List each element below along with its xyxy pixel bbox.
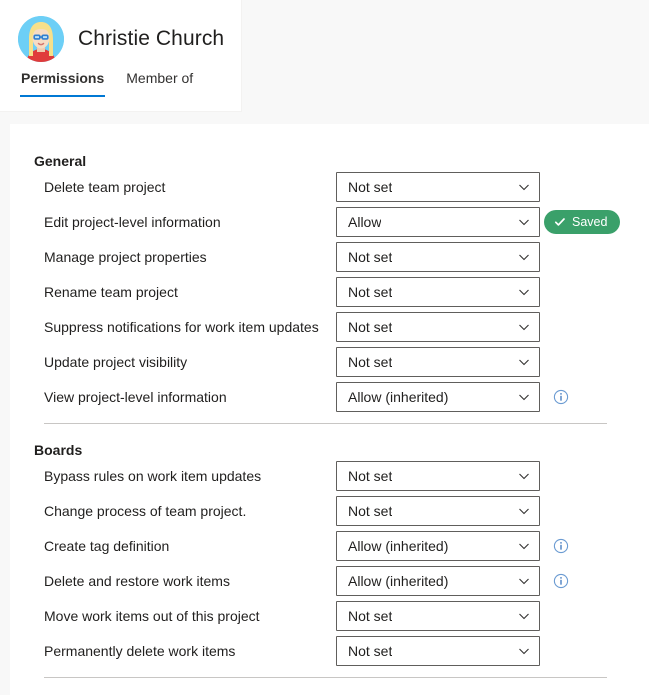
table-row: Permanently delete work items Not set <box>10 633 649 668</box>
dropdown-value: Not set <box>348 467 393 484</box>
permission-label: Delete and restore work items <box>44 572 230 589</box>
permission-control: Allow (inherited) <box>336 530 569 561</box>
permission-label: Edit project-level information <box>44 213 221 230</box>
permission-label: Rename team project <box>44 283 178 300</box>
section-title-general: General <box>34 153 87 169</box>
user-display-name: Christie Church <box>78 27 225 50</box>
permission-control: Not set <box>336 311 569 342</box>
permission-dropdown-rename-team-project[interactable]: Not set <box>336 276 540 307</box>
identity-header-card: Christie Church Permissions Member of <box>0 0 242 112</box>
dropdown-value: Not set <box>348 283 393 300</box>
dropdown-value: Not set <box>348 248 393 265</box>
info-icon[interactable] <box>553 389 569 405</box>
permission-control: Not set <box>336 495 569 526</box>
info-icon[interactable] <box>553 573 569 589</box>
table-row: Bypass rules on work item updates Not se… <box>10 458 649 493</box>
permission-dropdown-move-work-items-out-of-this-project[interactable]: Not set <box>336 600 540 631</box>
chevron-down-icon <box>519 219 529 225</box>
table-row: Move work items out of this project Not … <box>10 598 649 633</box>
dropdown-value: Not set <box>348 642 393 659</box>
table-row: Delete and restore work items Allow (inh… <box>10 563 649 598</box>
table-row: Manage project properties Not set <box>10 239 649 274</box>
permission-dropdown-delete-team-project[interactable]: Not set <box>336 171 540 202</box>
permission-dropdown-view-project-level-information[interactable]: Allow (inherited) <box>336 381 540 412</box>
dropdown-value: Allow (inherited) <box>348 572 449 589</box>
permission-control: Not set <box>336 460 569 491</box>
permission-control: Not set <box>336 600 569 631</box>
table-row: Suppress notifications for work item upd… <box>10 309 649 344</box>
chevron-down-icon <box>519 289 529 295</box>
permission-control: Not set <box>336 241 569 272</box>
permission-control: Not set <box>336 346 569 377</box>
tab-member-of[interactable]: Member of <box>125 70 194 97</box>
permission-label: Move work items out of this project <box>44 607 260 624</box>
status-badge-label: Saved <box>572 214 608 229</box>
dropdown-value: Not set <box>348 178 393 195</box>
tab-permissions[interactable]: Permissions <box>20 70 106 97</box>
chevron-down-icon <box>519 648 529 654</box>
table-row: View project-level information Allow (in… <box>10 379 649 414</box>
table-row: Create tag definition Allow (inherited) <box>10 528 649 563</box>
chevron-down-icon <box>519 508 529 514</box>
section-title-boards: Boards <box>34 442 83 458</box>
permission-dropdown-manage-project-properties[interactable]: Not set <box>336 241 540 272</box>
permission-label: Manage project properties <box>44 248 207 265</box>
permission-dropdown-delete-and-restore-work-items[interactable]: Allow (inherited) <box>336 565 540 596</box>
permission-label: Update project visibility <box>44 353 188 370</box>
permission-dropdown-suppress-notifications-for-work-item-updates[interactable]: Not set <box>336 311 540 342</box>
permission-label: Delete team project <box>44 178 166 195</box>
dropdown-value: Not set <box>348 607 393 624</box>
permission-control: Allow (inherited) <box>336 381 569 412</box>
section-general: General Delete team project Not set Edit… <box>10 124 649 424</box>
chevron-down-icon <box>519 394 529 400</box>
chevron-down-icon <box>519 324 529 330</box>
chevron-down-icon <box>519 543 529 549</box>
permission-control: Allow (inherited) <box>336 565 569 596</box>
permission-dropdown-edit-project-level-information[interactable]: Allow <box>336 206 540 237</box>
dropdown-value: Allow <box>348 213 382 230</box>
section-boards: Boards Bypass rules on work item updates… <box>10 424 649 678</box>
dropdown-value: Not set <box>348 502 393 519</box>
permission-control: Not set <box>336 635 569 666</box>
table-row: Delete team project Not set <box>10 169 649 204</box>
permission-dropdown-permanently-delete-work-items[interactable]: Not set <box>336 635 540 666</box>
permission-control: Allow Saved <box>336 206 621 237</box>
table-row: Edit project-level information Allow Sav… <box>10 204 649 239</box>
permission-label: Create tag definition <box>44 537 170 554</box>
permission-label: View project-level information <box>44 388 227 405</box>
permission-label: Bypass rules on work item updates <box>44 467 262 484</box>
dropdown-value: Allow (inherited) <box>348 537 449 554</box>
dropdown-value: Allow (inherited) <box>348 388 449 405</box>
permission-dropdown-bypass-rules-on-work-item-updates[interactable]: Not set <box>336 460 540 491</box>
dropdown-value: Not set <box>348 353 393 370</box>
chevron-down-icon <box>519 613 529 619</box>
permission-label: Suppress notifications for work item upd… <box>44 318 319 335</box>
permission-label: Permanently delete work items <box>44 642 236 659</box>
status-badge: Saved <box>544 209 621 234</box>
permission-dropdown-update-project-visibility[interactable]: Not set <box>336 346 540 377</box>
permission-dropdown-change-process-of-team-project[interactable]: Not set <box>336 495 540 526</box>
permission-dropdown-create-tag-definition[interactable]: Allow (inherited) <box>336 530 540 561</box>
chevron-down-icon <box>519 254 529 260</box>
tab-bar: Permissions Member of <box>20 70 194 97</box>
chevron-down-icon <box>519 359 529 365</box>
permissions-panel: General Delete team project Not set Edit… <box>10 124 649 695</box>
permission-control: Not set <box>336 171 569 202</box>
permission-control: Not set <box>336 276 569 307</box>
check-icon <box>554 217 565 226</box>
dropdown-value: Not set <box>348 318 393 335</box>
table-row: Change process of team project. Not set <box>10 493 649 528</box>
avatar <box>18 16 64 62</box>
chevron-down-icon <box>519 578 529 584</box>
table-row: Update project visibility Not set <box>10 344 649 379</box>
permission-label: Change process of team project. <box>44 502 247 519</box>
section-divider <box>44 677 607 678</box>
table-row: Rename team project Not set <box>10 274 649 309</box>
chevron-down-icon <box>519 473 529 479</box>
info-icon[interactable] <box>553 538 569 554</box>
chevron-down-icon <box>519 184 529 190</box>
identity-row: Christie Church <box>18 16 224 62</box>
